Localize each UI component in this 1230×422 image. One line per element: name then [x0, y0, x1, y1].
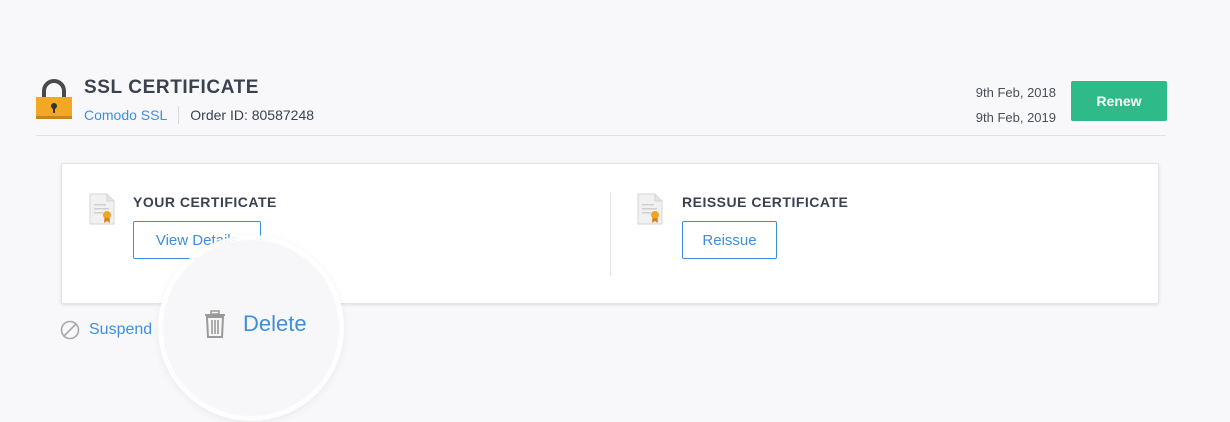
meta-divider: [178, 106, 180, 124]
validity-dates: 9th Feb, 2018 9th Feb, 2019: [976, 80, 1056, 130]
your-certificate-section: YOUR CERTIFICATE View Details: [62, 164, 610, 303]
certificate-meta: Comodo SSL Order ID: 80587248: [84, 106, 314, 124]
order-id: Order ID: 80587248: [190, 107, 315, 123]
certificate-document-icon: [89, 193, 115, 225]
certificate-document-icon: [637, 193, 663, 225]
header-divider: [36, 135, 1166, 136]
suspend-icon: [60, 320, 80, 340]
delete-action[interactable]: Delete: [203, 310, 307, 338]
reissue-button[interactable]: Reissue: [682, 221, 777, 259]
suspend-label: Suspend: [89, 321, 153, 338]
provider-link[interactable]: Comodo SSL: [84, 107, 167, 123]
certificate-header: SSL CERTIFICATE Comodo SSL Order ID: 805…: [0, 0, 1230, 140]
end-date: 9th Feb, 2019: [975, 110, 1056, 125]
trash-icon: [205, 310, 225, 338]
start-date: 9th Feb, 2018: [975, 85, 1056, 100]
your-certificate-title: YOUR CERTIFICATE: [133, 194, 277, 210]
delete-label: Delete: [243, 311, 307, 336]
reissue-certificate-title: REISSUE CERTIFICATE: [682, 194, 849, 210]
reissue-certificate-section: REISSUE CERTIFICATE Reissue: [611, 164, 1158, 303]
page-title: SSL CERTIFICATE: [84, 77, 260, 98]
padlock-icon: [36, 79, 72, 119]
suspend-action[interactable]: Suspend: [60, 320, 152, 340]
renew-button[interactable]: Renew: [1071, 81, 1167, 121]
